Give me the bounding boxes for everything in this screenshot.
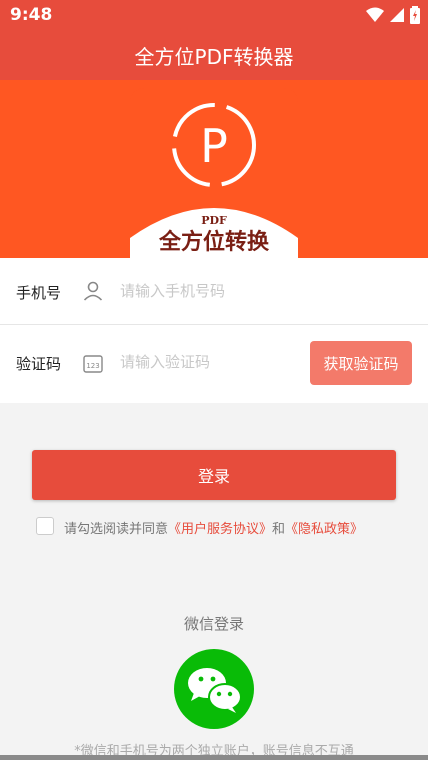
logo-badge: PDF xyxy=(201,214,227,227)
agreement-and: 和 xyxy=(272,522,286,537)
agreement-checkbox[interactable] xyxy=(36,517,54,535)
status-bar: 9:48 xyxy=(0,0,428,30)
code-row: 验证码 123 获取验证码 xyxy=(0,325,428,403)
get-code-button[interactable]: 获取验证码 xyxy=(310,341,412,385)
user-agreement-link[interactable]: 《用户服务协议》 xyxy=(168,522,272,537)
status-icons xyxy=(366,6,420,24)
agreement: 请勾选阅读并同意《用户服务协议》和《隐私政策》 xyxy=(36,517,416,537)
app-bar: 全方位PDF转换器 xyxy=(0,30,428,80)
banner: P PDF 全方位转换 xyxy=(0,80,428,258)
app-logo: P PDF 全方位转换 xyxy=(130,88,298,258)
phone-input[interactable] xyxy=(120,282,300,300)
wechat-login-icon[interactable] xyxy=(174,649,254,729)
login-button[interactable]: 登录 xyxy=(32,450,396,500)
phone-row: 手机号 xyxy=(0,258,428,325)
status-time: 9:48 xyxy=(10,5,53,25)
privacy-policy-link[interactable]: 《隐私政策》 xyxy=(285,522,363,537)
signal-icon xyxy=(390,8,404,22)
battery-icon xyxy=(410,6,420,24)
wifi-icon xyxy=(366,7,384,22)
logo-letter: P xyxy=(200,119,228,173)
code-input[interactable] xyxy=(120,353,300,371)
svg-text:123: 123 xyxy=(86,362,99,370)
login-form: 手机号 验证码 123 获取验证码 xyxy=(0,258,428,403)
phone-label: 手机号 xyxy=(16,284,62,302)
wechat-login-title: 微信登录 xyxy=(183,615,244,633)
agreement-prefix: 请勾选阅读并同意 xyxy=(64,522,169,537)
bottom-scrollbar xyxy=(0,755,428,760)
code-label: 验证码 xyxy=(16,355,62,373)
app-title: 全方位PDF转换器 xyxy=(134,44,294,69)
user-icon xyxy=(83,281,103,301)
keypad-icon: 123 xyxy=(83,355,103,373)
logo-name: 全方位转换 xyxy=(158,229,270,255)
